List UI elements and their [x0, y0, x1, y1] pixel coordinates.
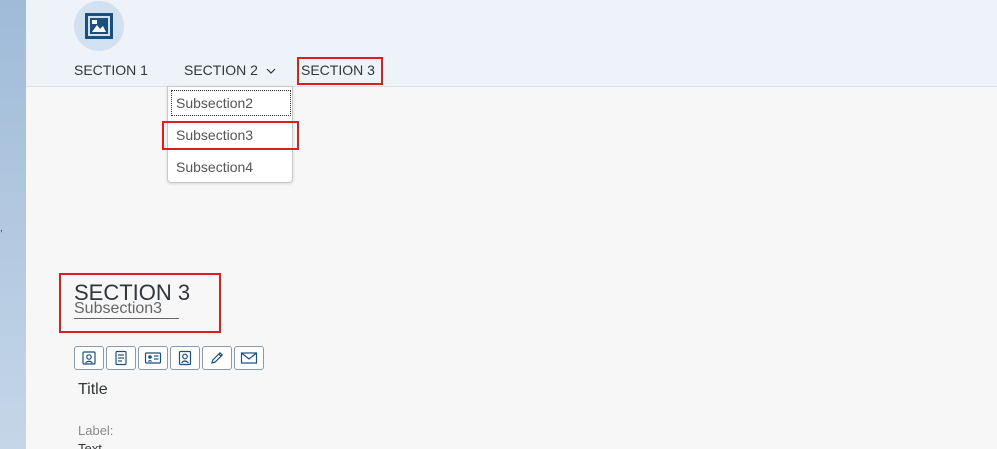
image-placeholder-icon — [85, 13, 113, 39]
pencil-icon — [211, 351, 224, 364]
content-title: Title — [78, 381, 108, 398]
id-card-icon — [144, 352, 162, 364]
menu-item-subsection2[interactable]: Subsection2 — [168, 87, 292, 119]
field-label: Label: — [78, 423, 114, 438]
contact-card-button[interactable] — [74, 346, 104, 370]
envelope-icon — [240, 352, 258, 364]
tab-label: SECTION 2 — [184, 62, 258, 78]
subsection-dropdown-menu: Subsection2 Subsection3 Subsection4 — [167, 86, 293, 183]
email-button[interactable] — [234, 346, 264, 370]
portrait-icon — [178, 350, 192, 366]
subsection-title: Subsection3 — [74, 300, 180, 319]
menu-item-subsection4[interactable]: Subsection4 — [168, 151, 292, 183]
menu-item-label: Subsection3 — [176, 127, 254, 143]
tab-section-3[interactable]: SECTION 3 — [301, 62, 375, 78]
checklist-button[interactable] — [106, 346, 136, 370]
menu-item-label: Subsection4 — [176, 159, 254, 175]
portrait-button[interactable] — [170, 346, 200, 370]
tab-section-1[interactable]: SECTION 1 — [74, 62, 148, 78]
checklist-icon — [115, 350, 127, 366]
tab-section-2[interactable]: SECTION 2 — [184, 62, 277, 78]
id-card-button[interactable] — [138, 346, 168, 370]
field-value: Text — [78, 441, 102, 449]
contact-card-icon — [82, 351, 96, 365]
left-mark: , — [0, 223, 3, 234]
avatar — [74, 1, 124, 51]
left-sidebar-strip — [0, 0, 26, 449]
menu-item-subsection3[interactable]: Subsection3 — [168, 119, 292, 151]
focus-ring — [171, 90, 291, 116]
page: , SECTION 1 SECTION 2 SECTION 3 Subsecti… — [0, 0, 997, 449]
tab-label: SECTION 1 — [74, 62, 148, 78]
edit-button[interactable] — [202, 346, 232, 370]
tab-label: SECTION 3 — [301, 62, 375, 78]
action-toolbar — [74, 346, 266, 370]
object-page-header: SECTION 1 SECTION 2 SECTION 3 — [26, 0, 997, 87]
chevron-down-icon — [266, 68, 276, 75]
